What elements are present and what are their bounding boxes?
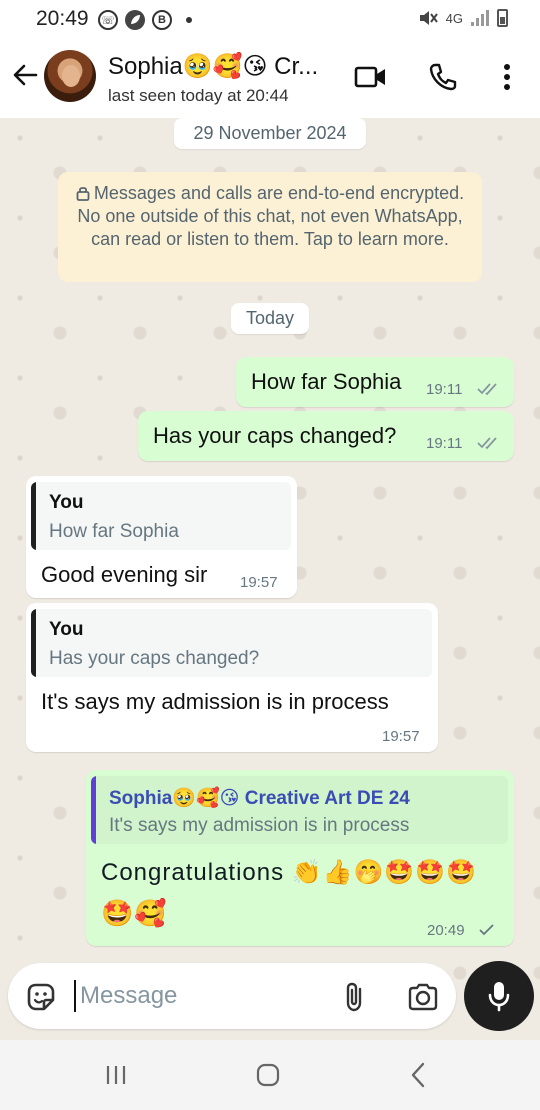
- business-notification-icon: B: [152, 10, 172, 30]
- more-notifications-dot: [186, 17, 192, 23]
- home-icon: [256, 1063, 280, 1087]
- recent-apps-button[interactable]: [96, 1060, 136, 1090]
- quoted-message[interactable]: You How far Sophia: [31, 482, 291, 550]
- more-options-button[interactable]: [490, 60, 524, 94]
- quote-author: You: [49, 492, 84, 513]
- quoted-message[interactable]: You Has your caps changed?: [31, 609, 432, 677]
- microphone-icon: [488, 982, 510, 1012]
- leaf-notification-icon: [125, 10, 145, 30]
- voice-record-button[interactable]: [464, 961, 534, 1031]
- voice-call-button[interactable]: [426, 60, 460, 94]
- sticker-icon[interactable]: [24, 980, 58, 1014]
- voice-call-icon: [429, 63, 457, 91]
- home-button[interactable]: [248, 1060, 288, 1090]
- message-time: 19:57: [240, 574, 278, 591]
- message-text: It's says my admission is in process: [41, 689, 389, 714]
- text-caret: [74, 980, 76, 1012]
- more-vert-icon: [504, 64, 510, 90]
- battery-icon: [497, 9, 508, 27]
- outgoing-message[interactable]: How far Sophia 19:11: [236, 357, 514, 407]
- attach-icon[interactable]: [338, 980, 372, 1014]
- message-composer: [8, 963, 456, 1029]
- message-text: Has your caps changed?: [153, 423, 397, 448]
- status-bar: 20:49 ☏ B 4G: [0, 0, 540, 38]
- quote-text: Has your caps changed?: [49, 648, 260, 669]
- message-text: How far Sophia: [251, 369, 402, 394]
- outgoing-message[interactable]: Sophia🥹🥰😘 Creative Art DE 24 It's says m…: [86, 770, 514, 946]
- contact-avatar[interactable]: [44, 50, 96, 102]
- network-type-label: 4G: [445, 10, 463, 26]
- video-call-icon: [354, 66, 385, 88]
- quote-text: It's says my admission is in process: [109, 815, 410, 836]
- back-arrow-icon[interactable]: [10, 60, 40, 90]
- nav-back-icon: [411, 1062, 425, 1088]
- today-divider: Today: [231, 303, 309, 334]
- last-seen-status: last seen today at 20:44: [108, 86, 289, 105]
- message-input[interactable]: [80, 977, 320, 1015]
- outgoing-message[interactable]: Has your caps changed? 19:11: [138, 411, 514, 461]
- sent-tick-icon: [479, 924, 494, 936]
- message-time: 20:49: [427, 922, 465, 939]
- quote-bar: [31, 609, 36, 677]
- encryption-notice[interactable]: Messages and calls are end-to-end encryp…: [58, 172, 482, 282]
- chat-header: Sophia🥹🥰😘 Cr... last seen today at 20:44: [0, 38, 540, 118]
- quoted-message[interactable]: Sophia🥹🥰😘 Creative Art DE 24 It's says m…: [91, 776, 508, 844]
- read-ticks-icon: [477, 437, 497, 450]
- quote-bar: [91, 776, 96, 844]
- encryption-notice-text: Messages and calls are end-to-end encryp…: [77, 183, 465, 249]
- message-text: Good evening sir: [41, 562, 208, 587]
- message-time: 19:11: [426, 435, 463, 452]
- signal-icon: [471, 10, 489, 26]
- incoming-message[interactable]: You Has your caps changed? It's says my …: [26, 603, 438, 752]
- message-time: 19:11: [426, 381, 463, 398]
- camera-icon[interactable]: [406, 980, 440, 1014]
- whatsapp-notification-icon: ☏: [98, 10, 118, 30]
- incoming-message[interactable]: You How far Sophia Good evening sir 19:5…: [26, 476, 297, 598]
- video-call-button[interactable]: [354, 60, 388, 94]
- message-time: 19:57: [382, 728, 420, 745]
- mute-icon: [419, 11, 438, 25]
- read-ticks-icon: [477, 383, 497, 396]
- quote-text: How far Sophia: [49, 521, 179, 542]
- system-navigation-bar: [0, 1040, 540, 1110]
- status-time: 20:49: [36, 7, 89, 30]
- date-divider: 29 November 2024: [174, 118, 366, 149]
- lock-icon: [76, 187, 90, 201]
- back-button[interactable]: [398, 1060, 438, 1090]
- contact-name[interactable]: Sophia🥹🥰😘 Cr...: [108, 52, 328, 81]
- message-text: Congratulations 👏👍🤭🤩🤩🤩: [101, 859, 478, 886]
- quote-author: Sophia🥹🥰😘 Creative Art DE 24: [109, 788, 410, 809]
- quote-author: You: [49, 619, 84, 640]
- recent-apps-icon: [106, 1066, 126, 1084]
- quote-bar: [31, 482, 36, 550]
- message-text-line2: 🤩🥰: [101, 898, 168, 928]
